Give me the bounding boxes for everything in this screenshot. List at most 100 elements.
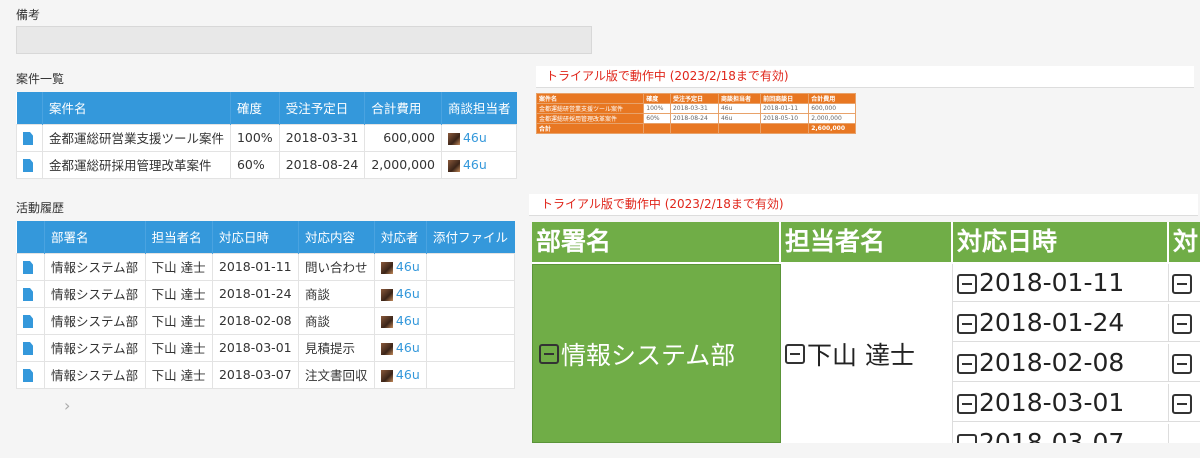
mini-cell xyxy=(760,123,810,134)
collapse-icon[interactable] xyxy=(957,394,977,414)
user-link[interactable]: 46u xyxy=(396,313,420,328)
activity-attachment xyxy=(426,333,515,362)
mini-cell: 46u xyxy=(717,103,762,114)
header-order-date[interactable]: 受注予定日 xyxy=(278,92,365,124)
document-icon[interactable] xyxy=(23,132,33,145)
header-content[interactable]: 対応内容 xyxy=(298,221,375,253)
activity-dept: 情報システム部 xyxy=(44,306,146,335)
collapse-icon[interactable] xyxy=(1172,354,1192,374)
project-date: 2018-03-31 xyxy=(278,123,366,152)
user-link[interactable]: 46u xyxy=(396,367,420,382)
activity-handler[interactable]: 46u xyxy=(373,306,428,335)
activity-date: 2018-01-24 xyxy=(211,279,300,308)
project-owner[interactable]: 46u xyxy=(440,123,518,152)
document-icon[interactable] xyxy=(23,342,33,355)
mini-cell: 2018-08-24 xyxy=(669,113,719,124)
document-icon[interactable] xyxy=(23,369,33,382)
user-link[interactable]: 46u xyxy=(463,130,487,145)
user-link[interactable]: 46u xyxy=(396,286,420,301)
activity-attachment xyxy=(426,306,515,335)
big-header-next: 対 xyxy=(1169,222,1200,262)
table-row: 情報システム部 下山 達士 2018-02-08 商談 46u xyxy=(16,306,515,335)
project-owner[interactable]: 46u xyxy=(440,150,518,179)
header-owner[interactable]: 商談担当者 xyxy=(440,92,517,124)
mini-header: 商談担当者 xyxy=(717,93,762,104)
header-probability[interactable]: 確度 xyxy=(229,92,280,124)
activity-content: 商談 xyxy=(298,306,375,335)
remarks-field[interactable] xyxy=(16,26,592,54)
mini-header: 受注予定日 xyxy=(669,93,719,104)
collapse-icon[interactable] xyxy=(957,274,977,294)
activity-attachment xyxy=(426,360,515,389)
document-icon[interactable] xyxy=(23,261,33,274)
activity-table: 部署名 担当者名 対応日時 対応内容 対応者 添付ファイル 情報システム部 下山… xyxy=(16,221,515,389)
collapse-icon[interactable] xyxy=(957,354,977,374)
row-detail-link[interactable] xyxy=(16,279,45,308)
project-prob: 100% xyxy=(229,123,280,152)
document-icon[interactable] xyxy=(23,315,33,328)
collapse-icon[interactable] xyxy=(539,343,559,364)
collapse-icon[interactable] xyxy=(957,314,977,334)
mini-total-label: 合計 xyxy=(535,123,645,134)
avatar xyxy=(380,261,393,274)
mini-cell: 60% xyxy=(643,113,671,124)
projects-title: 案件一覧 xyxy=(16,72,65,86)
header-attachment[interactable]: 添付ファイル xyxy=(426,221,515,253)
collapse-icon[interactable] xyxy=(957,434,977,443)
mini-row: 金都運総研採用管理改革案件 60% 2018-08-24 46u 2018-05… xyxy=(535,113,856,124)
big-date-cell: 2018-01-11 xyxy=(953,264,1169,302)
collapse-icon[interactable] xyxy=(1172,314,1192,334)
header-icon-col xyxy=(16,92,43,124)
header-date[interactable]: 対応日時 xyxy=(211,221,299,253)
avatar xyxy=(380,369,393,382)
activity-date: 2018-03-07 xyxy=(211,360,300,389)
big-date-text: 2018-01-11 xyxy=(979,268,1125,297)
big-date-text: 2018-03-01 xyxy=(979,388,1125,417)
document-icon[interactable] xyxy=(23,288,33,301)
row-detail-link[interactable] xyxy=(16,333,45,362)
big-date-text: 2018-01-24 xyxy=(979,308,1125,337)
big-person-cell: 下山 達士 xyxy=(781,264,953,443)
project-cost: 2,000,000 xyxy=(364,150,442,179)
activity-dept: 情報システム部 xyxy=(44,333,146,362)
collapse-icon[interactable] xyxy=(1172,274,1192,294)
activity-person: 下山 達士 xyxy=(144,360,213,389)
collapse-icon[interactable] xyxy=(785,343,805,364)
avatar xyxy=(380,342,393,355)
big-next-cell xyxy=(1169,264,1200,302)
activity-date: 2018-02-08 xyxy=(211,306,300,335)
header-handler[interactable]: 対応者 xyxy=(373,221,427,253)
big-header-dept: 部署名 xyxy=(532,222,781,262)
project-name: 金都運総研営業支援ツール案件 xyxy=(41,123,231,152)
mini-cell: 46u xyxy=(717,113,762,124)
activity-content: 注文書回収 xyxy=(298,360,375,389)
activity-content: 見積提示 xyxy=(298,333,375,362)
row-detail-link[interactable] xyxy=(16,360,45,389)
big-person-text: 下山 達士 xyxy=(807,340,915,370)
activity-handler[interactable]: 46u xyxy=(373,333,428,362)
activity-content: 問い合わせ xyxy=(298,252,375,281)
user-link[interactable]: 46u xyxy=(463,157,487,172)
header-dept[interactable]: 部署名 xyxy=(44,221,146,253)
collapse-icon[interactable] xyxy=(1172,394,1192,414)
activity-handler[interactable]: 46u xyxy=(373,279,428,308)
header-icon-col xyxy=(16,221,45,253)
row-detail-link[interactable] xyxy=(16,123,43,152)
table-row: 情報システム部 下山 達士 2018-03-07 注文書回収 46u xyxy=(16,360,515,389)
big-next-cell xyxy=(1169,384,1200,422)
header-total-cost[interactable]: 合計費用 xyxy=(364,92,442,124)
row-detail-link[interactable] xyxy=(16,306,45,335)
header-project-name[interactable]: 案件名 xyxy=(41,92,231,124)
table-row: 情報システム部 下山 達士 2018-01-24 商談 46u xyxy=(16,279,515,308)
row-detail-link[interactable] xyxy=(16,252,45,281)
chevron-right-icon[interactable]: › xyxy=(64,396,70,415)
activity-handler[interactable]: 46u xyxy=(373,360,428,389)
user-link[interactable]: 46u xyxy=(396,259,420,274)
row-detail-link[interactable] xyxy=(16,150,43,179)
activity-handler[interactable]: 46u xyxy=(373,252,428,281)
header-person[interactable]: 担当者名 xyxy=(144,221,213,253)
document-icon[interactable] xyxy=(23,159,33,172)
activity-header-row: 部署名 担当者名 対応日時 対応内容 対応者 添付ファイル xyxy=(16,221,515,253)
user-link[interactable]: 46u xyxy=(396,340,420,355)
mini-cell: 100% xyxy=(643,103,671,114)
